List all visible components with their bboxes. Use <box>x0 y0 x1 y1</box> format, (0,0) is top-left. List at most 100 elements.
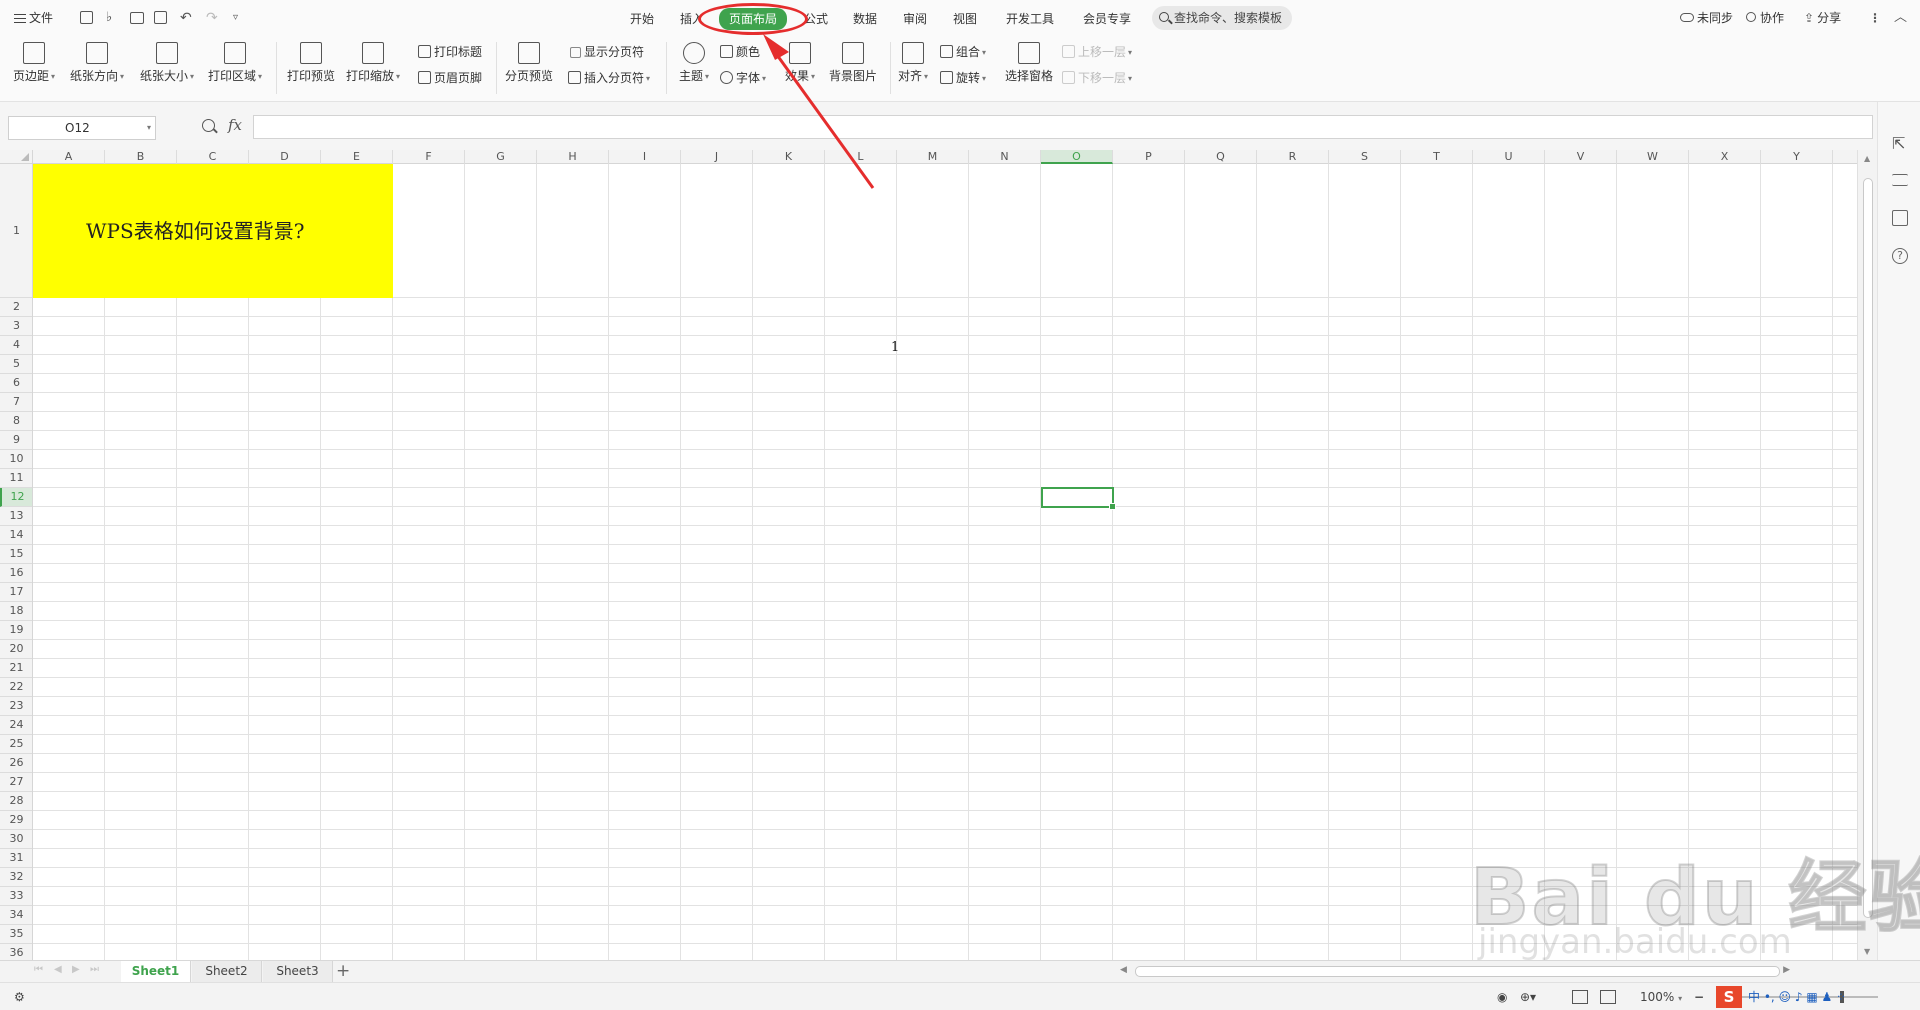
command-search-box[interactable]: 查找命令、搜索模板 <box>1152 6 1292 30</box>
sheet-tab-sheet3[interactable]: Sheet3 <box>263 961 333 982</box>
row-header-23[interactable]: 23 <box>0 697 32 716</box>
select-all-corner[interactable] <box>0 150 33 164</box>
column-header-h[interactable]: H <box>537 150 609 164</box>
column-header-d[interactable]: D <box>249 150 321 164</box>
column-header-k[interactable]: K <box>753 150 825 164</box>
align-button[interactable]: 对齐 ▾ <box>896 42 930 84</box>
chinese-input-icon[interactable]: ⊕▾ <box>1520 989 1536 1005</box>
column-header-a[interactable]: A <box>33 150 105 164</box>
row-header-12[interactable]: 12 <box>0 488 32 507</box>
row-header-7[interactable]: 7 <box>0 393 32 412</box>
print-preview-button[interactable]: 打印预览 <box>286 42 336 84</box>
row-header-35[interactable]: 35 <box>0 925 32 944</box>
zoom-out-icon[interactable]: − <box>1694 989 1704 1005</box>
row-header-8[interactable]: 8 <box>0 412 32 431</box>
column-header-g[interactable]: G <box>465 150 537 164</box>
column-header-i[interactable]: I <box>609 150 681 164</box>
column-header-m[interactable]: M <box>897 150 969 164</box>
row-header-21[interactable]: 21 <box>0 659 32 678</box>
scrollbar-thumb[interactable] <box>1863 178 1873 918</box>
fonts-button[interactable]: 字体 ▾ <box>720 69 766 87</box>
zoom-level[interactable]: 100% ▾ <box>1640 989 1682 1005</box>
collapse-ribbon-icon[interactable]: ︿ <box>1894 9 1907 27</box>
send-backward-button[interactable]: 下移一层 ▾ <box>1062 69 1132 87</box>
row-header-20[interactable]: 20 <box>0 640 32 659</box>
orientation-button[interactable]: 纸张方向 ▾ <box>68 42 126 84</box>
row-header-30[interactable]: 30 <box>0 830 32 849</box>
column-header-c[interactable]: C <box>177 150 249 164</box>
selection-pane-button[interactable]: 选择窗格 <box>1004 42 1054 84</box>
insert-page-break-button[interactable]: 插入分页符 ▾ <box>568 69 650 87</box>
column-header-w[interactable]: W <box>1617 150 1689 164</box>
formula-input[interactable] <box>253 115 1873 139</box>
column-header-l[interactable]: L <box>825 150 897 164</box>
print-preview-quick-icon[interactable] <box>154 11 167 24</box>
tab-data[interactable]: 数据 <box>853 9 877 29</box>
tab-view[interactable]: 视图 <box>953 9 977 29</box>
row-header-25[interactable]: 25 <box>0 735 32 754</box>
add-sheet-button[interactable]: + <box>336 961 350 981</box>
sync-button[interactable]: 未同步 <box>1680 9 1733 27</box>
column-header-u[interactable]: U <box>1473 150 1545 164</box>
column-header-y[interactable]: Y <box>1761 150 1833 164</box>
column-header-t[interactable]: T <box>1401 150 1473 164</box>
row-header-24[interactable]: 24 <box>0 716 32 735</box>
scroll-left-icon[interactable]: ◀ <box>1120 965 1127 975</box>
vertical-scrollbar[interactable]: ▲ ▼ <box>1857 150 1877 960</box>
active-cell-selection[interactable] <box>1041 487 1116 510</box>
shapes-icon[interactable] <box>1892 210 1908 226</box>
prev-sheet-icon[interactable]: ◀ <box>54 964 62 975</box>
row-header-2[interactable]: 2 <box>0 298 32 317</box>
header-footer-button[interactable]: 页眉页脚 <box>418 69 482 87</box>
tab-member[interactable]: 会员专享 <box>1083 9 1131 29</box>
more-options-icon[interactable]: ⋮ <box>1869 9 1881 27</box>
collaborate-button[interactable]: 协作 <box>1746 9 1784 27</box>
row-header-22[interactable]: 22 <box>0 678 32 697</box>
row-header-3[interactable]: 3 <box>0 317 32 336</box>
next-sheet-icon[interactable]: ▶ <box>72 964 80 975</box>
sheet-tab-sheet1[interactable]: Sheet1 <box>121 961 191 982</box>
column-header-f[interactable]: F <box>393 150 465 164</box>
customize-toolbar-icon[interactable]: ▿ <box>233 9 238 27</box>
format-painter-icon[interactable]: ♭ <box>106 9 112 27</box>
show-page-breaks-checkbox[interactable]: 显示分页符 <box>570 43 644 61</box>
row-header-1[interactable]: 1 <box>0 164 32 298</box>
cell-l4-value[interactable]: 1 <box>891 340 899 355</box>
save-icon[interactable] <box>80 11 93 24</box>
row-header-16[interactable]: 16 <box>0 564 32 583</box>
row-header-15[interactable]: 15 <box>0 545 32 564</box>
row-header-29[interactable]: 29 <box>0 811 32 830</box>
undo-icon[interactable]: ↶ <box>180 9 192 27</box>
row-header-33[interactable]: 33 <box>0 887 32 906</box>
help-icon[interactable]: ? <box>1892 248 1908 264</box>
column-header-x[interactable]: X <box>1689 150 1761 164</box>
background-image-button[interactable]: 背景图片 <box>826 42 880 84</box>
column-header-s[interactable]: S <box>1329 150 1401 164</box>
scroll-up-icon[interactable]: ▲ <box>1864 154 1870 163</box>
column-header-p[interactable]: P <box>1113 150 1185 164</box>
merged-title-cell[interactable]: WPS表格如何设置背景? <box>33 164 393 298</box>
row-header-28[interactable]: 28 <box>0 792 32 811</box>
sogou-input-icon[interactable]: S <box>1716 986 1742 1008</box>
print-icon[interactable] <box>130 12 144 24</box>
row-header-13[interactable]: 13 <box>0 507 32 526</box>
column-header-e[interactable]: E <box>321 150 393 164</box>
row-header-11[interactable]: 11 <box>0 469 32 488</box>
share-button[interactable]: ⇪ 分享 <box>1804 9 1841 27</box>
paper-size-button[interactable]: 纸张大小 ▾ <box>138 42 196 84</box>
sheet-tab-sheet2[interactable]: Sheet2 <box>192 961 262 982</box>
row-header-17[interactable]: 17 <box>0 583 32 602</box>
file-menu-button[interactable]: 文件 <box>14 9 53 27</box>
page-break-preview-button[interactable]: 分页预览 <box>504 42 554 84</box>
scroll-right-icon[interactable]: ▶ <box>1783 965 1790 975</box>
horizontal-scrollbar[interactable]: ◀ ▶ <box>1120 965 1790 978</box>
last-sheet-icon[interactable]: ⏭ <box>90 964 99 975</box>
row-header-19[interactable]: 19 <box>0 621 32 640</box>
select-pointer-icon[interactable]: ⇱ <box>1892 136 1908 152</box>
row-header-14[interactable]: 14 <box>0 526 32 545</box>
print-area-button[interactable]: 打印区域 ▾ <box>206 42 264 84</box>
row-header-27[interactable]: 27 <box>0 773 32 792</box>
column-header-q[interactable]: Q <box>1185 150 1257 164</box>
row-header-18[interactable]: 18 <box>0 602 32 621</box>
column-header-j[interactable]: J <box>681 150 753 164</box>
